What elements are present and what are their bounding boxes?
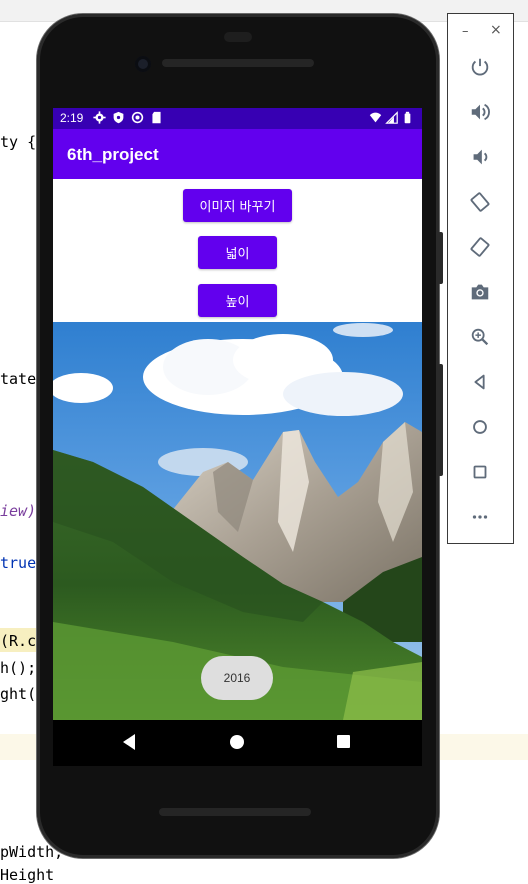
code-fragment: tate bbox=[0, 370, 37, 388]
overview-icon[interactable] bbox=[468, 460, 492, 484]
code-fragment: (R.c bbox=[0, 632, 37, 650]
device-volume-button bbox=[438, 232, 443, 284]
power-icon[interactable] bbox=[468, 55, 492, 79]
blocked-icon bbox=[131, 111, 144, 124]
close-button[interactable]: × bbox=[490, 22, 502, 38]
navigation-bar bbox=[53, 720, 422, 766]
code-fragment: Height bbox=[0, 866, 55, 884]
code-fragment: ty { bbox=[0, 133, 37, 151]
device-side-button bbox=[438, 364, 443, 476]
minimize-button[interactable]: – bbox=[462, 24, 469, 39]
emulator-toolbar: – × bbox=[447, 13, 514, 544]
settings-icon bbox=[93, 111, 106, 124]
recents-icon[interactable] bbox=[337, 735, 350, 748]
height-button[interactable]: 높이 bbox=[198, 284, 277, 317]
app-bar: 6th_project bbox=[53, 129, 422, 179]
code-fragment: iew) bbox=[0, 502, 37, 520]
screenshot-icon[interactable] bbox=[468, 280, 492, 304]
width-button[interactable]: 넓이 bbox=[198, 236, 277, 269]
app-title: 6th_project bbox=[67, 145, 159, 164]
home-icon[interactable] bbox=[468, 415, 492, 439]
cell-signal-icon bbox=[385, 111, 398, 124]
home-icon[interactable] bbox=[230, 735, 244, 749]
back-icon[interactable] bbox=[123, 734, 135, 750]
bottom-speaker bbox=[159, 808, 311, 816]
back-icon[interactable] bbox=[468, 370, 492, 394]
zoom-icon[interactable] bbox=[468, 325, 492, 349]
rotate-right-icon[interactable] bbox=[468, 235, 492, 259]
change-image-button[interactable]: 이미지 바꾸기 bbox=[183, 189, 292, 222]
code-fragment: true bbox=[0, 554, 37, 572]
battery-icon bbox=[404, 111, 411, 124]
front-camera bbox=[135, 56, 151, 72]
volume-up-icon[interactable] bbox=[468, 100, 492, 124]
earpiece-speaker bbox=[162, 59, 314, 67]
volume-down-icon[interactable] bbox=[468, 145, 492, 169]
device-screen: 2:19 6th_project 이미지 바꾸기 넓이 높이 2016 bbox=[53, 108, 422, 720]
wifi-icon bbox=[369, 112, 382, 123]
shield-icon bbox=[113, 111, 124, 124]
toast-message: 2016 bbox=[201, 656, 273, 700]
code-fragment: h(); bbox=[0, 659, 37, 677]
status-time: 2:19 bbox=[60, 111, 84, 125]
sd-card-icon bbox=[152, 111, 161, 124]
more-icon[interactable] bbox=[468, 505, 492, 529]
rotate-left-icon[interactable] bbox=[468, 190, 492, 214]
device-top-slot bbox=[224, 32, 252, 42]
status-bar: 2:19 bbox=[53, 108, 422, 129]
code-fragment: ght( bbox=[0, 685, 37, 703]
